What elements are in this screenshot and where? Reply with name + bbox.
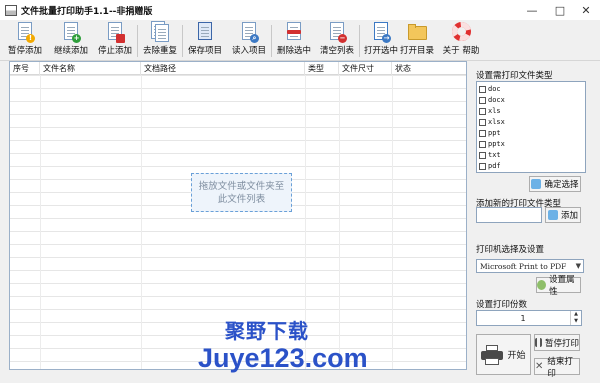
checkbox[interactable] bbox=[479, 129, 486, 137]
stop-add-icon bbox=[105, 21, 125, 43]
stepper-arrows-icon[interactable]: ▲ ▼ bbox=[570, 311, 581, 325]
printer-properties-button[interactable]: 设置属性 bbox=[536, 275, 581, 297]
column-file-size[interactable]: 文件尺寸 bbox=[339, 62, 392, 75]
column-type[interactable]: 类型 bbox=[305, 62, 339, 75]
open-folder-button[interactable]: 打开目录 bbox=[396, 21, 438, 59]
stop-add-button[interactable]: 停止添加 bbox=[94, 21, 136, 59]
file-type-txt[interactable]: txt bbox=[479, 150, 501, 160]
open-selected-icon: → bbox=[371, 21, 391, 43]
column-path[interactable]: 文档路径 bbox=[141, 62, 305, 75]
column-status[interactable]: 状态 bbox=[392, 62, 466, 75]
printer-title: 打印机选择及设置 bbox=[476, 245, 545, 255]
pause-add-icon: ! bbox=[15, 21, 35, 43]
file-type-docx[interactable]: docx bbox=[479, 95, 505, 105]
save-project-button[interactable]: 保存项目 bbox=[184, 21, 226, 59]
load-project-icon: ⌕ bbox=[239, 21, 259, 43]
confirm-icon bbox=[531, 179, 542, 189]
minimize-button[interactable]: — bbox=[518, 0, 546, 20]
delete-selected-button[interactable]: 删除选中 bbox=[273, 21, 315, 59]
delete-selected-icon bbox=[284, 21, 304, 43]
column-divider bbox=[339, 75, 340, 369]
file-type-xls[interactable]: xls bbox=[479, 106, 501, 116]
settings-icon bbox=[537, 280, 547, 290]
resume-add-button[interactable]: + 继续添加 bbox=[50, 21, 92, 59]
printer-select[interactable]: Microsoft Print to PDF ▼ bbox=[476, 259, 584, 273]
column-index[interactable]: 序号 bbox=[10, 62, 40, 75]
watermark-url: Juye123.com bbox=[198, 343, 368, 373]
pause-add-button[interactable]: ! 暂停添加 bbox=[4, 21, 46, 59]
maximize-button[interactable]: □ bbox=[546, 0, 574, 20]
drop-zone-hint[interactable]: 拖放文件或文件夹至此文件列表 bbox=[191, 173, 292, 212]
end-print-button[interactable]: ✕ 结束打印 bbox=[534, 357, 580, 379]
checkbox[interactable] bbox=[479, 162, 486, 170]
file-type-doc[interactable]: doc bbox=[479, 84, 501, 94]
help-button[interactable]: 关于 帮助 bbox=[440, 21, 482, 59]
copies-title: 设置打印份数 bbox=[476, 300, 528, 310]
stop-icon: ✕ bbox=[535, 360, 544, 372]
remove-duplicates-icon bbox=[150, 21, 170, 43]
settings-panel: 设置需打印文件类型 doc docx xls xlsx ppt pptx txt… bbox=[472, 61, 600, 383]
column-divider bbox=[392, 75, 393, 369]
save-project-icon bbox=[195, 21, 215, 43]
add-type-button[interactable]: 添加 bbox=[545, 207, 581, 223]
copies-stepper[interactable]: 1 ▲ ▼ bbox=[476, 310, 582, 326]
printer-icon bbox=[481, 344, 504, 365]
remove-duplicates-button[interactable]: 去除重复 bbox=[139, 21, 181, 59]
checkbox[interactable] bbox=[479, 140, 486, 148]
watermark-title: 聚野下载 bbox=[225, 319, 309, 343]
title-bar: 文件批量打印助手1.1--非捐赠版 — □ ✕ bbox=[0, 0, 600, 20]
toolbar: ! 暂停添加 + 继续添加 停止添加 去除重复 保存项目 ⌕ 读入项目 删除选中… bbox=[0, 20, 600, 61]
file-type-ppt[interactable]: ppt bbox=[479, 128, 501, 138]
column-divider bbox=[141, 75, 142, 369]
chevron-down-icon: ▼ bbox=[575, 262, 581, 270]
toolbar-separator bbox=[137, 25, 138, 57]
table-header: 序号 文件名称 文档路径 类型 文件尺寸 状态 bbox=[10, 62, 466, 75]
confirm-selection-button[interactable]: 确定选择 bbox=[529, 176, 581, 192]
help-lifebuoy-icon bbox=[451, 21, 471, 43]
start-print-button[interactable]: 开始 bbox=[476, 334, 531, 375]
load-project-button[interactable]: ⌕ 读入项目 bbox=[228, 21, 270, 59]
close-button[interactable]: ✕ bbox=[572, 0, 600, 20]
checkbox[interactable] bbox=[479, 151, 486, 159]
file-type-list[interactable]: doc docx xls xlsx ppt pptx txt pdf bbox=[476, 81, 586, 173]
file-type-pdf[interactable]: pdf bbox=[479, 161, 501, 171]
checkbox[interactable] bbox=[479, 85, 486, 93]
add-icon bbox=[547, 210, 558, 220]
window-title: 文件批量打印助手1.1--非捐赠版 bbox=[21, 6, 153, 17]
clear-list-button[interactable]: − 清空列表 bbox=[316, 21, 358, 59]
app-printer-icon bbox=[5, 4, 17, 16]
pause-print-button[interactable]: 暂停打印 bbox=[534, 334, 580, 351]
column-divider bbox=[40, 75, 41, 369]
open-folder-icon bbox=[407, 21, 427, 43]
toolbar-separator bbox=[182, 25, 183, 57]
file-types-title: 设置需打印文件类型 bbox=[476, 71, 553, 81]
copies-value: 1 bbox=[520, 314, 526, 323]
file-type-xlsx[interactable]: xlsx bbox=[479, 117, 505, 127]
column-file-name[interactable]: 文件名称 bbox=[40, 62, 141, 75]
clear-list-icon: − bbox=[327, 21, 347, 43]
checkbox[interactable] bbox=[479, 96, 486, 104]
toolbar-separator bbox=[271, 25, 272, 57]
file-type-pptx[interactable]: pptx bbox=[479, 139, 505, 149]
new-file-type-input[interactable] bbox=[476, 207, 542, 223]
pause-icon bbox=[535, 338, 542, 347]
checkbox[interactable] bbox=[479, 107, 486, 115]
checkbox[interactable] bbox=[479, 118, 486, 126]
resume-add-icon: + bbox=[61, 21, 81, 43]
